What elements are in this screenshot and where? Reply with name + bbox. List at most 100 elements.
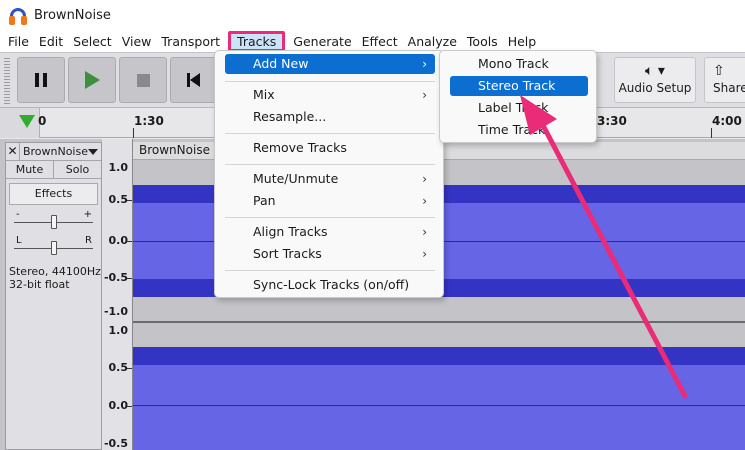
menu-item-label: Resample...: [253, 109, 327, 124]
timeline-tick-label: 1:30: [134, 114, 164, 128]
pan-right-label: R: [85, 235, 92, 246]
skip-to-start-button[interactable]: [170, 57, 218, 103]
menu-item-pan[interactable]: Pan ›: [253, 191, 435, 211]
track-format-line2: 32-bit float: [9, 278, 70, 291]
menu-item-sync-lock-tracks[interactable]: Sync-Lock Tracks (on/off): [253, 275, 435, 295]
mute-button[interactable]: Mute: [6, 161, 53, 178]
menu-separator: [225, 164, 435, 165]
menu-item-sort-tracks[interactable]: Sort Tracks ›: [253, 244, 435, 264]
menu-tools[interactable]: Tools: [462, 31, 503, 52]
amplitude-label: 0.0: [108, 399, 129, 412]
speaker-icon: 🔈︎ ▾: [645, 63, 665, 79]
solo-button[interactable]: Solo: [53, 161, 101, 178]
submenu-arrow-icon: ›: [422, 88, 427, 102]
menu-item-time-track[interactable]: Time Track: [478, 120, 588, 140]
pause-icon: [35, 73, 47, 87]
tracks-menu: Add New › Mix › Resample... Remove Track…: [214, 50, 444, 298]
menu-item-stereo-track[interactable]: Stereo Track: [450, 76, 588, 96]
pan-slider[interactable]: L R: [6, 235, 101, 261]
window-title: BrownNoise: [34, 8, 111, 23]
timeline-tick-label: 3:30: [597, 114, 627, 128]
amplitude-tick: [127, 406, 132, 407]
mute-solo-row: Mute Solo: [6, 161, 101, 179]
menu-item-mute-unmute[interactable]: Mute/Unmute ›: [253, 169, 435, 189]
gain-slider[interactable]: - +: [6, 209, 101, 235]
stop-icon: [136, 73, 150, 87]
menu-view[interactable]: View: [117, 31, 157, 52]
amplitude-label: 0.5: [108, 193, 129, 206]
track-control-panel: ✕ BrownNoise Mute Solo Effects - + L R S…: [5, 142, 102, 450]
effects-button[interactable]: Effects: [9, 183, 98, 205]
menu-item-label: Align Tracks: [253, 224, 328, 239]
play-head-marker-icon[interactable]: [19, 115, 35, 128]
timeline-corner: [0, 108, 40, 138]
track-format-info: Stereo, 44100Hz 32-bit float: [6, 265, 101, 291]
amplitude-label: -0.5: [103, 271, 128, 284]
amplitude-label: 1.0: [108, 324, 129, 337]
share-audio-label: Share A: [713, 81, 745, 95]
track-header: ✕ BrownNoise: [6, 143, 101, 161]
menu-generate[interactable]: Generate: [288, 31, 356, 52]
amplitude-tick: [127, 200, 132, 201]
menu-item-remove-tracks[interactable]: Remove Tracks: [253, 138, 435, 158]
title-bar: BrownNoise: [0, 0, 745, 31]
add-new-submenu: Mono Track Stereo Track Label Track Time…: [439, 50, 597, 143]
menu-help[interactable]: Help: [503, 31, 542, 52]
menu-item-label: Sort Tracks: [253, 246, 322, 261]
share-icon: ⇧: [713, 63, 725, 79]
share-audio-button[interactable]: ⇧ Share A: [704, 57, 745, 103]
menu-separator: [225, 217, 435, 218]
amplitude-tick: [127, 241, 132, 242]
amplitude-tick: [127, 278, 132, 279]
timeline-tick-label: 0: [38, 114, 47, 128]
menu-select[interactable]: Select: [68, 31, 117, 52]
audacity-logo-icon: [8, 6, 28, 26]
submenu-arrow-icon: ›: [422, 172, 427, 186]
submenu-arrow-icon: ›: [422, 194, 427, 208]
waveform-rms: [133, 365, 745, 450]
timeline-tick-mark: [133, 128, 134, 138]
audio-setup-button[interactable]: 🔈︎ ▾ Audio Setup: [614, 57, 696, 103]
amplitude-label: -1.0: [103, 305, 128, 318]
menu-item-label: Add New: [253, 56, 309, 71]
menu-separator: [225, 270, 435, 271]
audio-setup-label: Audio Setup: [618, 81, 692, 95]
menu-transport[interactable]: Transport: [156, 31, 225, 52]
pan-left-label: L: [16, 235, 22, 246]
menu-item-align-tracks[interactable]: Align Tracks ›: [253, 222, 435, 242]
menu-tracks[interactable]: Tracks: [228, 31, 286, 52]
menu-item-label-track[interactable]: Label Track: [478, 98, 588, 118]
menu-item-add-new[interactable]: Add New ›: [225, 54, 435, 74]
close-track-icon[interactable]: ✕: [6, 143, 20, 160]
amplitude-label: 0.5: [108, 361, 129, 374]
play-button[interactable]: [68, 57, 116, 103]
menu-separator: [225, 81, 435, 82]
menu-file[interactable]: File: [3, 31, 34, 52]
amplitude-label: 1.0: [108, 161, 129, 174]
menu-analyze[interactable]: Analyze: [403, 31, 462, 52]
timeline-tick-label: 4:00: [712, 114, 742, 128]
track-format-line1: Stereo, 44100Hz: [9, 265, 101, 278]
timeline-tick-mark: [711, 128, 712, 138]
menu-effect[interactable]: Effect: [357, 31, 403, 52]
submenu-arrow-icon: ›: [422, 225, 427, 239]
menu-item-label: Label Track: [478, 100, 549, 115]
chevron-down-icon[interactable]: [88, 148, 98, 155]
track-name-menu[interactable]: BrownNoise: [20, 145, 88, 158]
pause-button[interactable]: [17, 57, 65, 103]
menu-item-label: Remove Tracks: [253, 140, 347, 155]
pan-slider-thumb[interactable]: [51, 241, 57, 255]
stop-button[interactable]: [119, 57, 167, 103]
gain-plus-label: +: [83, 209, 92, 220]
gain-slider-thumb[interactable]: [51, 215, 57, 229]
waveform-right-channel[interactable]: [133, 323, 745, 450]
toolbar-grip-handle[interactable]: [4, 58, 10, 104]
menu-edit[interactable]: Edit: [34, 31, 68, 52]
menu-separator: [225, 133, 435, 134]
play-icon: [84, 71, 100, 89]
menu-item-mono-track[interactable]: Mono Track: [478, 54, 588, 74]
skip-to-start-icon: [187, 73, 201, 87]
menu-item-mix[interactable]: Mix ›: [253, 85, 435, 105]
menu-item-resample[interactable]: Resample...: [253, 107, 435, 127]
menu-item-label: Stereo Track: [478, 78, 556, 93]
